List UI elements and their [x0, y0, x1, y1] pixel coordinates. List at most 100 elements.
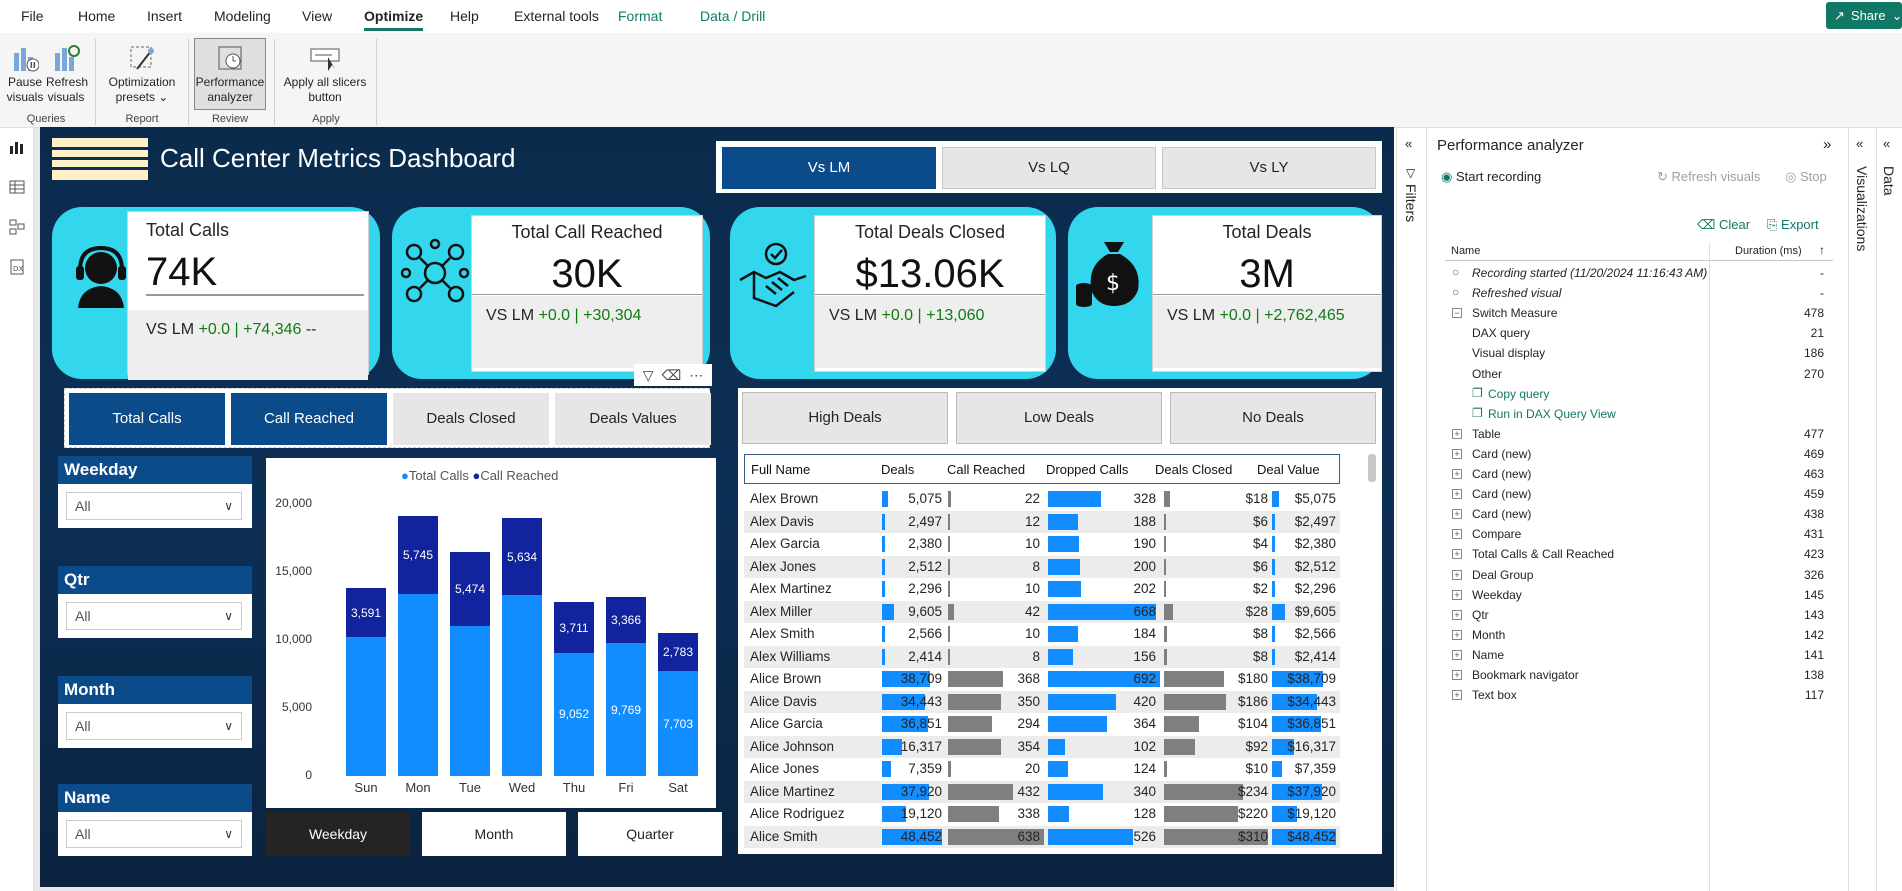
data-pane-collapsed[interactable]: « Data: [1876, 128, 1902, 891]
column-header[interactable]: Deals: [881, 462, 914, 477]
collapse-icon[interactable]: −: [1452, 308, 1462, 319]
refresh-visuals-pane-button[interactable]: ↻ Refresh visuals: [1657, 169, 1760, 185]
expand-icon[interactable]: +: [1452, 428, 1462, 439]
expand-icon[interactable]: +: [1452, 529, 1462, 540]
column-header[interactable]: Call Reached: [947, 462, 1025, 477]
expand-icon[interactable]: +: [1452, 629, 1462, 640]
export-button[interactable]: ⎘ Export: [1767, 217, 1819, 233]
model-view-icon[interactable]: [8, 218, 26, 236]
table-row[interactable]: Alice Davis 34,443 350 420 $186 $34,443: [744, 690, 1340, 713]
table-row[interactable]: Alice Johnson 16,317 354 102 $92 $16,317: [744, 735, 1340, 758]
perf-row[interactable]: + Weekday 145: [1444, 585, 1832, 605]
menu-data-drill[interactable]: Data / Drill: [700, 0, 765, 33]
perf-row[interactable]: + Card (new) 463: [1444, 464, 1832, 484]
table-row[interactable]: Alex Brown 5,075 22 328 $18 $5,075: [744, 488, 1340, 510]
expand-icon[interactable]: +: [1452, 690, 1462, 701]
filter-icon[interactable]: ▽: [643, 367, 654, 384]
perf-row[interactable]: + Card (new) 459: [1444, 484, 1832, 504]
bar-total-calls[interactable]: [450, 626, 490, 776]
chevrons-left-icon[interactable]: «: [1405, 136, 1412, 151]
stacked-column-chart[interactable]: ●Total Calls ●Call Reached 0 5,000 10,000 1…: [266, 458, 716, 808]
expand-icon[interactable]: +: [1452, 569, 1462, 580]
expand-icon[interactable]: +: [1452, 549, 1462, 560]
table-row[interactable]: Alice Martinez 37,920 432 340 $234 $37,920: [744, 780, 1340, 803]
expand-icon[interactable]: +: [1452, 609, 1462, 620]
eraser-icon[interactable]: ⌫: [661, 367, 681, 384]
perf-row[interactable]: + Deal Group 326: [1444, 565, 1832, 585]
column-header[interactable]: Name: [1451, 245, 1480, 257]
perf-row[interactable]: ○ Recording started (11/20/2024 11:16:43 …: [1444, 263, 1832, 283]
table-scrollbar[interactable]: [1368, 454, 1376, 482]
visualizations-pane-collapsed[interactable]: « Visualizations: [1848, 128, 1876, 891]
table-row[interactable]: Alex Jones 2,512 8 200 $6 $2,512: [744, 555, 1340, 578]
perf-row[interactable]: + Total Calls & Call Reached 423: [1444, 544, 1832, 564]
column-header[interactable]: Duration (ms): [1735, 245, 1802, 257]
high-deals-button[interactable]: High Deals: [742, 392, 948, 444]
slicer-dropdown[interactable]: All ∨: [66, 492, 242, 520]
menu-view[interactable]: View: [302, 0, 332, 33]
perf-row[interactable]: + Bookmark navigator 138: [1444, 665, 1832, 685]
perf-row[interactable]: DAX query 21: [1444, 323, 1832, 343]
measure-total-calls-button[interactable]: Total Calls: [69, 393, 225, 445]
optimization-presets-button[interactable]: Optimization presets ⌄: [104, 43, 180, 105]
dax-query-view-icon[interactable]: DX: [8, 258, 26, 276]
slicer-dropdown[interactable]: All ∨: [66, 820, 242, 848]
more-options-icon[interactable]: ⋯: [689, 367, 703, 384]
perf-row[interactable]: + Text box 117: [1444, 685, 1832, 705]
chevrons-right-icon[interactable]: »: [1823, 136, 1831, 153]
column-header[interactable]: Full Name: [751, 462, 810, 477]
table-row[interactable]: Alex Martinez 2,296 10 202 $2 $2,296: [744, 578, 1340, 600]
table-row[interactable]: Alice Brown 38,709 368 692 $180 $38,709: [744, 668, 1340, 690]
performance-analyzer-button[interactable]: Performance analyzer: [194, 38, 266, 110]
table-row[interactable]: Alex Miller 9,605 42 668 $28 $9,605: [744, 600, 1340, 623]
tab-month[interactable]: Month: [422, 812, 566, 856]
perf-row[interactable]: Visual display 186: [1444, 343, 1832, 363]
perf-row[interactable]: + Card (new) 438: [1444, 504, 1832, 524]
table-view-icon[interactable]: [8, 178, 26, 196]
measure-call-reached-button[interactable]: Call Reached: [231, 393, 387, 445]
perf-row[interactable]: + Table 477: [1444, 424, 1832, 444]
compare-vs-ly-button[interactable]: Vs LY: [1162, 147, 1376, 189]
clear-button[interactable]: ⌫ Clear: [1697, 217, 1750, 233]
table-row[interactable]: Alice Smith 48,452 638 526 $310 $48,452: [744, 825, 1340, 848]
measure-deals-closed-button[interactable]: Deals Closed: [393, 393, 549, 445]
perf-row[interactable]: + Compare 431: [1444, 524, 1832, 544]
apply-all-slicers-button[interactable]: Apply all slicers button: [282, 43, 368, 105]
measure-deals-values-button[interactable]: Deals Values: [555, 393, 711, 445]
expand-icon[interactable]: +: [1452, 670, 1462, 680]
filters-pane-collapsed[interactable]: « ▽ Filters: [1396, 128, 1426, 891]
perf-row[interactable]: ○ Refreshed visual -: [1444, 283, 1832, 303]
share-button[interactable]: ↗ Share ⌄: [1826, 2, 1902, 29]
expand-icon[interactable]: +: [1452, 649, 1462, 660]
column-header[interactable]: Dropped Calls: [1046, 462, 1128, 477]
expand-icon[interactable]: +: [1452, 448, 1462, 459]
slicer-dropdown[interactable]: All ∨: [66, 712, 242, 740]
menu-lines-icon[interactable]: [52, 138, 148, 180]
menu-external-tools[interactable]: External tools: [514, 0, 599, 33]
menu-insert[interactable]: Insert: [147, 0, 182, 33]
menu-help[interactable]: Help: [450, 0, 479, 33]
menu-optimize[interactable]: Optimize: [364, 0, 424, 33]
compare-vs-lm-button[interactable]: Vs LM: [722, 147, 936, 189]
table-row[interactable]: Alex Davis 2,497 12 188 $6 $2,497: [744, 510, 1340, 533]
menu-file[interactable]: File: [21, 0, 44, 33]
menu-home[interactable]: Home: [78, 0, 115, 33]
pause-visuals-button[interactable]: Pause visuals: [6, 43, 44, 105]
bar-total-calls[interactable]: [398, 593, 438, 776]
column-header[interactable]: Deals Closed: [1155, 462, 1232, 477]
bar-total-calls[interactable]: [346, 637, 386, 776]
perf-row[interactable]: − Switch Measure 478: [1444, 303, 1832, 323]
report-view-icon[interactable]: [8, 138, 26, 156]
chevrons-left-icon[interactable]: «: [1883, 136, 1890, 151]
perf-row[interactable]: + Name 141: [1444, 645, 1832, 665]
perf-row[interactable]: + Card (new) 469: [1444, 444, 1832, 464]
perf-row[interactable]: ❐ Run in DAX Query View: [1444, 404, 1832, 424]
tab-quarter[interactable]: Quarter: [578, 812, 722, 856]
table-row[interactable]: Alex Smith 2,566 10 184 $8 $2,566: [744, 623, 1340, 645]
column-header[interactable]: Deal Value: [1257, 462, 1320, 477]
perf-row[interactable]: + Qtr 143: [1444, 605, 1832, 625]
expand-icon[interactable]: +: [1452, 589, 1462, 600]
chevrons-left-icon[interactable]: «: [1856, 136, 1863, 151]
perf-row[interactable]: ❐ Copy query: [1444, 384, 1832, 404]
table-row[interactable]: Alex Williams 2,414 8 156 $8 $2,414: [744, 645, 1340, 668]
